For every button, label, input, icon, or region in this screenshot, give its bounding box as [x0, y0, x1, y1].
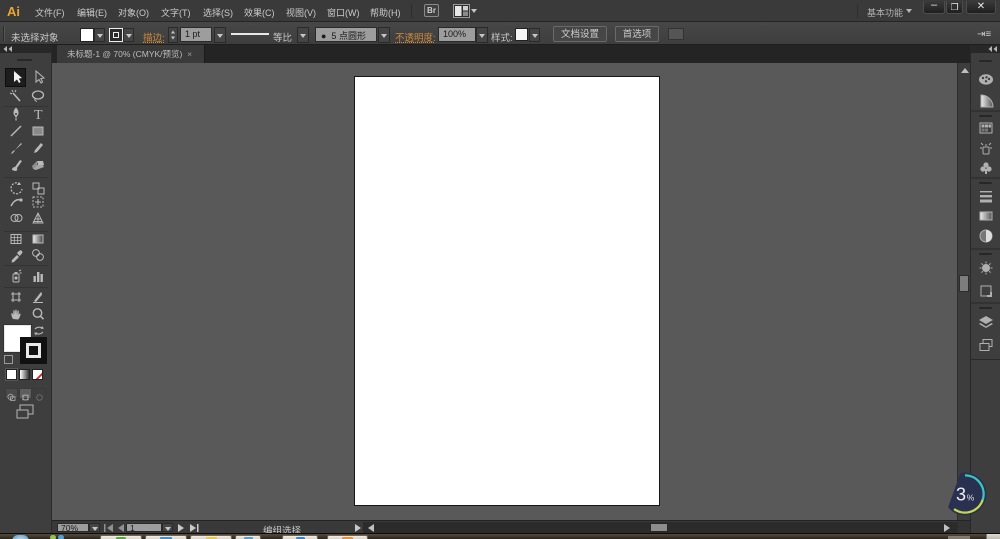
svg-text:%: %	[967, 493, 975, 503]
svg-text:T: T	[34, 108, 43, 122]
svg-text:3: 3	[956, 485, 966, 505]
